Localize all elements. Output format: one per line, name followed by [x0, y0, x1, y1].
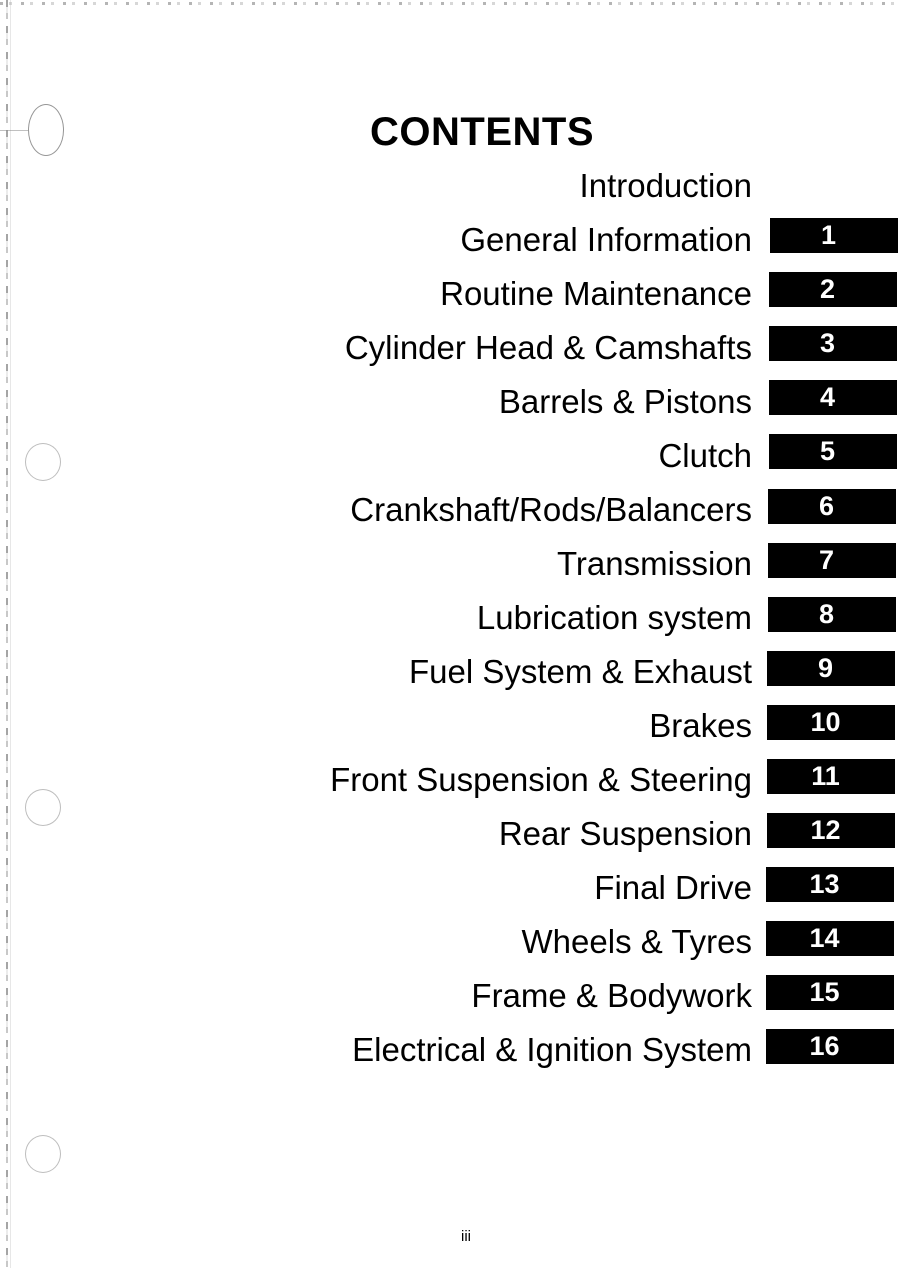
toc-chapter-number: 2: [819, 274, 836, 304]
toc-row[interactable]: Front Suspension & Steering 11: [0, 757, 900, 811]
toc-entry-label: Cylinder Head & Camshafts: [344, 329, 752, 366]
toc-chapter-number: 15: [809, 977, 840, 1007]
page-number: iii: [461, 1228, 471, 1245]
toc-chapter-tab[interactable]: 3: [769, 326, 897, 361]
toc-entry-label: Introduction: [579, 167, 752, 204]
toc-chapter-tab[interactable]: 13: [766, 867, 894, 902]
toc-chapter-tab[interactable]: 7: [768, 543, 896, 578]
toc-entry-label: Fuel System & Exhaust: [409, 653, 752, 690]
toc-row[interactable]: Clutch 5: [0, 433, 900, 487]
toc-row[interactable]: Brakes 10: [0, 703, 900, 757]
toc-chapter-number: 4: [819, 382, 836, 412]
toc-chapter-number: 14: [809, 923, 840, 953]
toc-chapter-number: 1: [820, 220, 837, 250]
scan-top-edge-artifact: [0, 2, 900, 5]
table-of-contents: Introduction General Information 1 Routine …: [0, 163, 900, 1081]
toc-chapter-tab[interactable]: 10: [767, 705, 895, 740]
toc-chapter-tab[interactable]: 11: [767, 759, 895, 794]
toc-chapter-tab[interactable]: 16: [766, 1029, 894, 1064]
toc-chapter-number: 11: [811, 761, 840, 791]
toc-chapter-tab[interactable]: 9: [767, 651, 895, 686]
toc-entry-label: Wheels & Tyres: [521, 923, 752, 960]
page-title: CONTENTS: [370, 110, 594, 154]
toc-chapter-tab[interactable]: 5: [769, 434, 897, 469]
toc-chapter-tab[interactable]: 14: [766, 921, 894, 956]
toc-chapter-number: 3: [819, 328, 836, 358]
toc-row[interactable]: Barrels & Pistons 4: [0, 379, 900, 433]
toc-row[interactable]: Fuel System & Exhaust 9: [0, 649, 900, 703]
toc-row[interactable]: Rear Suspension 12: [0, 811, 900, 865]
toc-row[interactable]: Wheels & Tyres 14: [0, 919, 900, 973]
toc-entry-label: Lubrication system: [476, 599, 752, 636]
toc-entry-label: Transmission: [557, 545, 752, 582]
toc-chapter-tab[interactable]: 4: [769, 380, 897, 415]
toc-row[interactable]: Lubrication system 8: [0, 595, 900, 649]
toc-entry-label: Final Drive: [594, 869, 752, 906]
toc-entry-label: Routine Maintenance: [440, 275, 752, 312]
toc-entry-label: Clutch: [658, 437, 752, 474]
toc-entry-label: Front Suspension & Steering: [330, 761, 752, 798]
toc-entry-label: Barrels & Pistons: [498, 383, 752, 420]
toc-row[interactable]: Crankshaft/Rods/Balancers 6: [0, 487, 900, 541]
toc-chapter-number: 5: [819, 436, 836, 466]
toc-row[interactable]: Transmission 7: [0, 541, 900, 595]
scan-streak-artifact: [0, 130, 30, 131]
toc-chapter-number: 7: [818, 545, 835, 575]
toc-row[interactable]: General Information 1: [0, 217, 900, 271]
toc-chapter-number: 9: [817, 653, 834, 683]
toc-row[interactable]: Routine Maintenance 2: [0, 271, 900, 325]
toc-chapter-number: 13: [809, 869, 840, 899]
toc-row[interactable]: Cylinder Head & Camshafts 3: [0, 325, 900, 379]
toc-entry-label: Electrical & Ignition System: [352, 1031, 752, 1068]
toc-row[interactable]: Frame & Bodywork 15: [0, 973, 900, 1027]
toc-chapter-number: 8: [818, 599, 835, 629]
toc-entry-label: Brakes: [649, 707, 752, 744]
toc-entry-label: Crankshaft/Rods/Balancers: [350, 491, 752, 528]
toc-chapter-tab[interactable]: 1: [770, 218, 898, 253]
toc-row[interactable]: Electrical & Ignition System 16: [0, 1027, 900, 1081]
toc-chapter-tab[interactable]: 2: [769, 272, 897, 307]
toc-chapter-tab[interactable]: 6: [768, 489, 896, 524]
toc-chapter-tab[interactable]: 8: [768, 597, 896, 632]
toc-entry-label: General Information: [460, 221, 752, 258]
toc-chapter-number: 16: [809, 1031, 840, 1061]
toc-row[interactable]: Final Drive 13: [0, 865, 900, 919]
punch-hole: [28, 104, 64, 156]
toc-chapter-number: 12: [810, 815, 841, 845]
scanned-page: CONTENTS Introduction General Information…: [0, 0, 900, 1268]
toc-chapter-number: 10: [810, 707, 841, 737]
punch-hole: [25, 1135, 61, 1173]
toc-chapter-tab[interactable]: 15: [766, 975, 894, 1010]
toc-row[interactable]: Introduction: [0, 163, 900, 217]
toc-chapter-number: 6: [818, 491, 835, 521]
toc-entry-label: Frame & Bodywork: [471, 977, 752, 1014]
toc-chapter-tab[interactable]: 12: [767, 813, 895, 848]
toc-entry-label: Rear Suspension: [498, 815, 752, 852]
